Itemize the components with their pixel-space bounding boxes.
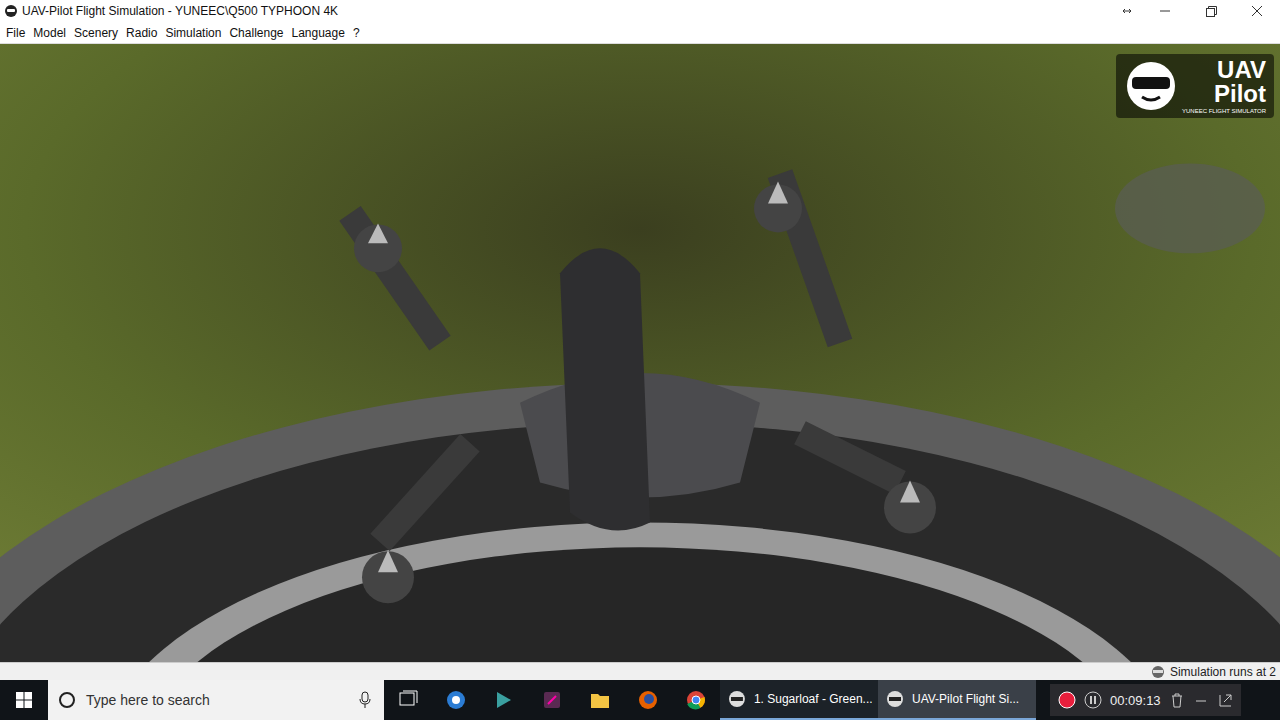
menu-bar: FileModelSceneryRadioSimulationChallenge… [0,22,1280,44]
status-text: Simulation runs at 2 [1170,665,1276,679]
app-window-icon [726,688,748,710]
menu-item[interactable]: Challenge [225,24,287,42]
windows-icon [16,692,32,708]
minimize-recorder-icon[interactable] [1193,691,1209,709]
record-icon[interactable] [1058,691,1076,709]
pause-icon[interactable] [1084,691,1102,709]
menu-item[interactable]: Scenery [70,24,122,42]
menu-item[interactable]: Simulation [161,24,225,42]
firefox-icon[interactable] [624,680,672,720]
simulation-icon [1150,665,1166,679]
menu-item[interactable]: Model [29,24,70,42]
taskbar-app-label: UAV-Pilot Flight Si... [912,692,1019,706]
logo-line: Pilot [1182,82,1266,106]
uav-pilot-logo: UAV Pilot YUNEEC FLIGHT SIMULATOR [1116,54,1274,118]
expand-icon[interactable] [1217,691,1233,709]
scene-render [0,44,1280,662]
recording-time: 00:09:13 [1110,693,1161,708]
logo-tagline: YUNEEC FLIGHT SIMULATOR [1182,108,1266,114]
taskbar-app[interactable]: 1. Sugarloaf - Green... [720,680,878,720]
mail-app-icon[interactable] [432,680,480,720]
logo-line: UAV [1182,58,1266,82]
resize-icon[interactable] [1112,0,1142,22]
screen: UAV-Pilot Flight Simulation - YUNEEC\Q50… [0,0,1280,720]
taskbar-app[interactable]: UAV-Pilot Flight Si... [878,680,1036,720]
close-icon[interactable] [1234,0,1280,22]
screen-recorder: 00:09:13 [1050,684,1241,716]
minimize-icon[interactable] [1142,0,1188,22]
window-title: UAV-Pilot Flight Simulation - YUNEEC\Q50… [22,4,1112,18]
task-view-icon[interactable] [384,680,432,720]
start-button[interactable] [0,680,48,720]
taskbar-app-label: 1. Sugarloaf - Green... [754,692,872,706]
menu-item[interactable]: Radio [122,24,161,42]
microphone-icon[interactable] [358,691,372,709]
taskbar: Type here to search 1. Sugarloaf - Green… [0,680,1280,720]
pilot-head-icon [1124,59,1178,113]
editor-app-icon[interactable] [528,680,576,720]
app-icon [4,4,18,18]
search-placeholder: Type here to search [86,692,348,708]
simulation-view[interactable]: UAV Pilot YUNEEC FLIGHT SIMULATOR [0,44,1280,662]
menu-item[interactable]: Language [288,24,349,42]
menu-item[interactable]: File [2,24,29,42]
menu-item[interactable]: ? [349,24,364,42]
title-bar: UAV-Pilot Flight Simulation - YUNEEC\Q50… [0,0,1280,22]
cortana-icon [58,691,76,709]
status-bar: Simulation runs at 2 [0,662,1280,680]
chrome-icon[interactable] [672,680,720,720]
restore-icon[interactable] [1188,0,1234,22]
folder-icon[interactable] [576,680,624,720]
trash-icon[interactable] [1169,691,1185,709]
app-window-icon [884,688,906,710]
app-icon[interactable] [480,680,528,720]
search-box[interactable]: Type here to search [48,680,384,720]
